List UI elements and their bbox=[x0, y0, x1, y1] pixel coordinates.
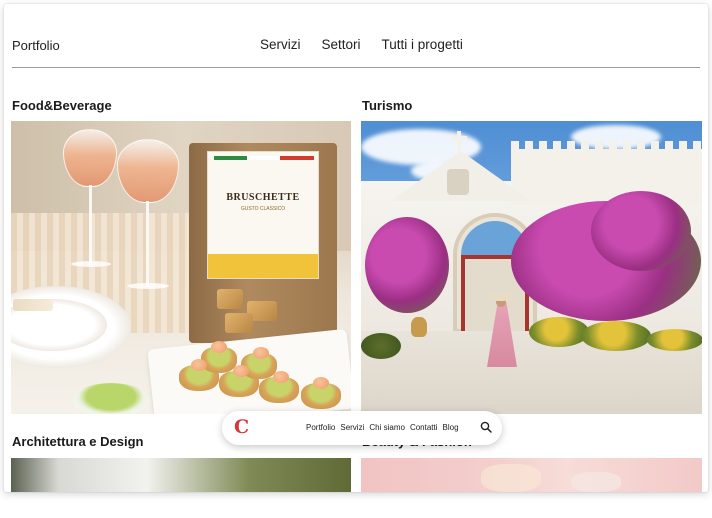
product-label: BRUSCHETTE GUSTO CLASSICO bbox=[207, 151, 319, 279]
nav-tutti-i-progetti[interactable]: Tutti i progetti bbox=[382, 37, 463, 52]
product-name: BRUSCHETTE bbox=[226, 192, 300, 203]
brand-link[interactable]: Portfolio bbox=[12, 38, 60, 53]
menu-item-servizi[interactable]: Servizi bbox=[340, 423, 364, 432]
menu-item-portfolio[interactable]: Portfolio bbox=[306, 423, 335, 432]
floating-menu: C Portfolio Servizi Chi siamo Contatti B… bbox=[222, 411, 502, 445]
section-title-architettura[interactable]: Architettura e Design bbox=[12, 434, 143, 449]
italian-flag-icon bbox=[214, 156, 314, 160]
site-header: Portfolio Servizi Settori Tutti i proget… bbox=[4, 4, 708, 70]
browser-window: Portfolio Servizi Settori Tutti i proget… bbox=[4, 4, 708, 492]
nav-settori[interactable]: Settori bbox=[322, 37, 361, 52]
food-beverage-image[interactable]: BRUSCHETTE GUSTO CLASSICO bbox=[11, 121, 351, 414]
logo-icon[interactable]: C bbox=[234, 416, 249, 438]
turismo-image[interactable] bbox=[361, 121, 702, 414]
bougainvillea bbox=[365, 217, 449, 313]
section-title-food[interactable]: Food&Beverage bbox=[12, 98, 112, 113]
search-icon[interactable] bbox=[480, 421, 492, 433]
section-title-turismo[interactable]: Turismo bbox=[362, 98, 412, 113]
cross-icon bbox=[457, 131, 461, 153]
architettura-image[interactable] bbox=[11, 458, 351, 492]
floating-menu-links: Portfolio Servizi Chi siamo Contatti Blo… bbox=[306, 423, 459, 432]
terracotta-pot bbox=[411, 317, 427, 337]
product-subtitle: GUSTO CLASSICO bbox=[240, 206, 286, 212]
beauty-fashion-image[interactable] bbox=[361, 458, 702, 492]
main-nav: Servizi Settori Tutti i progetti bbox=[260, 37, 463, 52]
menu-item-contatti[interactable]: Contatti bbox=[410, 423, 438, 432]
menu-item-chi-siamo[interactable]: Chi siamo bbox=[369, 423, 405, 432]
menu-item-blog[interactable]: Blog bbox=[443, 423, 459, 432]
nav-servizi[interactable]: Servizi bbox=[260, 37, 301, 52]
dip-cup bbox=[73, 383, 149, 414]
header-divider bbox=[12, 67, 700, 68]
